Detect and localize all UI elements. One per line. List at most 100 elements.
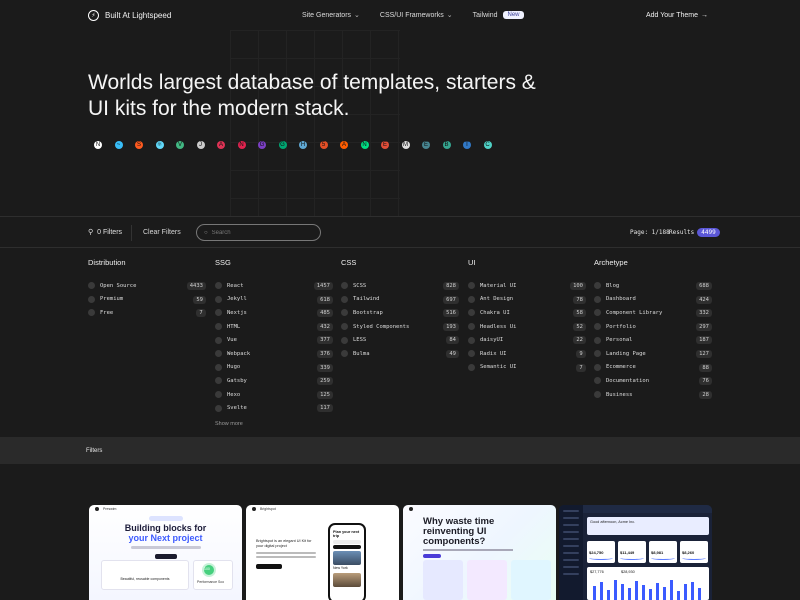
checkbox-icon[interactable] xyxy=(468,309,475,317)
checkbox-icon[interactable] xyxy=(594,295,601,303)
facet-option-bulma[interactable]: Bulma 49 xyxy=(341,347,459,361)
nest-icon[interactable]: N xyxy=(237,141,246,149)
tailwind-icon[interactable]: ~ xyxy=(114,141,123,149)
astro-icon[interactable]: A xyxy=(340,141,348,149)
checkbox-icon[interactable] xyxy=(341,323,348,331)
facet-option-radix-ui[interactable]: Radix UI 9 xyxy=(468,347,586,361)
facet-option-svelte[interactable]: Svelte 117 xyxy=(215,401,333,415)
checkbox-icon[interactable] xyxy=(215,404,222,412)
filters-toggle-button[interactable]: ⚲ 0 Filters xyxy=(88,217,122,247)
checkbox-icon[interactable] xyxy=(341,309,348,317)
facet-option-open-source[interactable]: Open Source 4433 xyxy=(88,279,206,293)
checkbox-icon[interactable] xyxy=(215,295,222,303)
checkbox-icon[interactable] xyxy=(594,377,601,385)
checkbox-icon[interactable] xyxy=(215,336,222,344)
checkbox-icon[interactable] xyxy=(88,295,95,303)
gridsome-icon[interactable]: G xyxy=(278,141,287,149)
template-card-4[interactable]: Good afternoon, Acme Inc. $24,750 $11,44… xyxy=(559,505,712,600)
checkbox-icon[interactable] xyxy=(215,391,222,399)
filters-strip[interactable]: Filters xyxy=(0,437,800,464)
facet-option-blog[interactable]: Blog 688 xyxy=(594,279,712,293)
facet-option-landing-page[interactable]: Landing Page 127 xyxy=(594,347,712,361)
checkbox-icon[interactable] xyxy=(468,323,475,331)
checkbox-icon[interactable] xyxy=(594,282,601,290)
template-card-3[interactable]: Why waste time reinventing UI components… xyxy=(403,505,556,600)
nav-site-generators[interactable]: Site Generators ⌄ xyxy=(302,11,360,20)
facet-option-styled-components[interactable]: Styled Components 193 xyxy=(341,320,459,334)
markdown-icon[interactable]: M xyxy=(401,141,410,149)
checkbox-icon[interactable] xyxy=(215,363,222,371)
facet-option-documentation[interactable]: Documentation 76 xyxy=(594,374,712,388)
facet-option-html[interactable]: HTML 432 xyxy=(215,320,333,334)
checkbox-icon[interactable] xyxy=(215,377,222,385)
checkbox-icon[interactable] xyxy=(215,323,222,331)
checkbox-icon[interactable] xyxy=(594,336,601,344)
checkbox-icon[interactable] xyxy=(594,363,601,371)
checkbox-icon[interactable] xyxy=(468,336,475,344)
facet-option-daisyui[interactable]: daisyUI 22 xyxy=(468,333,586,347)
facet-option-portfolio[interactable]: Portfolio 297 xyxy=(594,320,712,334)
facet-option-bootstrap[interactable]: Bootstrap 516 xyxy=(341,306,459,320)
checkbox-icon[interactable] xyxy=(215,309,222,317)
checkbox-icon[interactable] xyxy=(468,363,475,371)
facet-option-nextjs[interactable]: Nextjs 485 xyxy=(215,306,333,320)
nuxt-icon[interactable]: N xyxy=(360,141,369,149)
checkbox-icon[interactable] xyxy=(341,350,348,358)
facet-option-scss[interactable]: SCSS 828 xyxy=(341,279,459,293)
show-more-link[interactable]: Show more xyxy=(215,421,333,427)
facet-option-personal[interactable]: Personal 187 xyxy=(594,333,712,347)
hugo-icon[interactable]: H xyxy=(299,141,307,149)
facet-option-dashboard[interactable]: Dashboard 424 xyxy=(594,293,712,307)
typescript-icon[interactable]: T xyxy=(463,141,471,149)
checkbox-icon[interactable] xyxy=(88,282,95,290)
facet-option-premium[interactable]: Premium 59 xyxy=(88,293,206,307)
checkbox-icon[interactable] xyxy=(594,350,601,358)
facet-option-webpack[interactable]: Webpack 376 xyxy=(215,347,333,361)
facet-option-jekyll[interactable]: Jekyll 618 xyxy=(215,293,333,307)
facet-option-react[interactable]: React 1457 xyxy=(215,279,333,293)
facet-option-headless-ui[interactable]: Headless Ui 52 xyxy=(468,320,586,334)
facet-option-gatsby[interactable]: Gatsby 259 xyxy=(215,374,333,388)
facet-option-material-ui[interactable]: Material UI 100 xyxy=(468,279,586,293)
chakra-icon[interactable]: C xyxy=(483,141,492,149)
react-icon[interactable]: ⚛ xyxy=(155,141,164,149)
checkbox-icon[interactable] xyxy=(594,309,601,317)
angular-icon[interactable]: A xyxy=(217,141,225,149)
facet-option-component-library[interactable]: Component Library 332 xyxy=(594,306,712,320)
brand-link[interactable]: ⚡ Built At Lightspeed xyxy=(88,9,171,21)
facet-option-hexo[interactable]: Hexo 125 xyxy=(215,388,333,402)
ember-icon[interactable]: E xyxy=(381,141,389,149)
checkbox-icon[interactable] xyxy=(594,391,601,399)
facet-option-hugo[interactable]: Hugo 339 xyxy=(215,361,333,375)
facet-option-less[interactable]: LESS 84 xyxy=(341,333,459,347)
jekyll-icon[interactable]: J xyxy=(196,141,205,149)
vue-icon[interactable]: V xyxy=(176,141,184,149)
checkbox-icon[interactable] xyxy=(341,295,348,303)
gatsby-icon[interactable]: G xyxy=(258,141,266,149)
checkbox-icon[interactable] xyxy=(341,282,348,290)
facet-option-vue[interactable]: Vue 377 xyxy=(215,333,333,347)
template-card-1[interactable]: Preswim Building blocks for your Next pr… xyxy=(89,505,242,600)
facet-option-chakra-ui[interactable]: Chakra UI 58 xyxy=(468,306,586,320)
search-input[interactable] xyxy=(211,229,312,236)
nav-tailwind[interactable]: Tailwind New xyxy=(473,11,524,19)
checkbox-icon[interactable] xyxy=(341,336,348,344)
facet-option-semantic-ui[interactable]: Semantic UI 7 xyxy=(468,361,586,375)
clear-filters-button[interactable]: Clear Filters xyxy=(143,217,181,247)
checkbox-icon[interactable] xyxy=(215,350,222,358)
add-your-theme-link[interactable]: Add Your Theme → xyxy=(646,0,708,30)
checkbox-icon[interactable] xyxy=(88,309,95,317)
facet-option-ecommerce[interactable]: Ecommerce 88 xyxy=(594,361,712,375)
html5-icon[interactable]: 5 xyxy=(319,141,328,149)
bootstrap-icon[interactable]: B xyxy=(442,141,451,149)
facet-option-free[interactable]: Free 7 xyxy=(88,306,206,320)
electron-icon[interactable]: E xyxy=(422,141,430,149)
nextjs-icon[interactable]: N xyxy=(94,141,102,149)
checkbox-icon[interactable] xyxy=(594,323,601,331)
checkbox-icon[interactable] xyxy=(468,282,475,290)
facet-option-tailwind[interactable]: Tailwind 697 xyxy=(341,293,459,307)
facet-option-ant-design[interactable]: Ant Design 78 xyxy=(468,293,586,307)
facet-option-business[interactable]: Business 28 xyxy=(594,388,712,402)
template-card-2[interactable]: Brightspot Brightspot is an elegant UI K… xyxy=(246,505,399,600)
svelte-icon[interactable]: S xyxy=(135,141,143,149)
